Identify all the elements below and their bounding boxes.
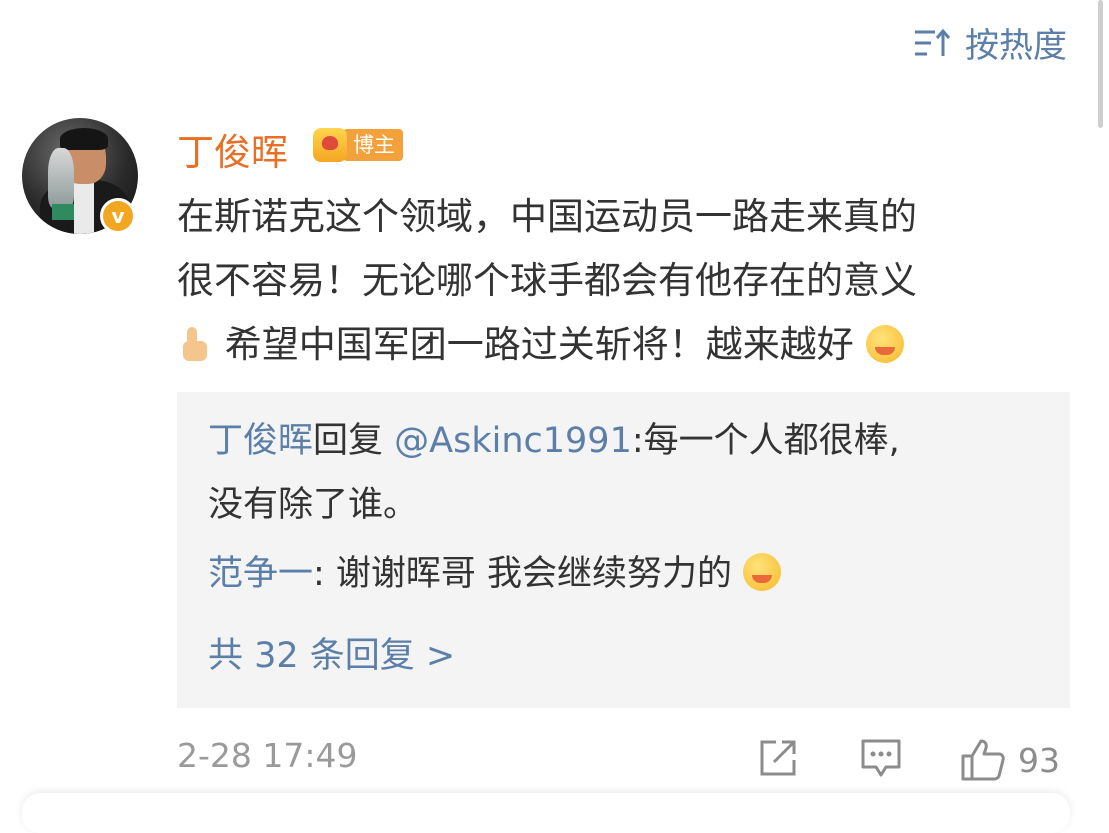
comment-text: 在斯诺克这个领域，中国运动员一路走来真的 很不容易！无论哪个球手都会有他存在的意…	[177, 185, 1057, 377]
reply-mention[interactable]: @Askinc1991	[394, 421, 632, 461]
sort-icon	[915, 28, 951, 56]
share-icon	[760, 740, 796, 776]
blogger-badge-label: 博主	[343, 129, 403, 161]
reply-author[interactable]: 范争一	[208, 554, 313, 594]
like-button[interactable]: 93	[960, 738, 1060, 782]
reply-text: : 谢谢晖哥 我会继续努力的	[313, 554, 733, 594]
blogger-badge: 博主	[313, 126, 403, 164]
reply-text-line1: :每一个人都很棒,	[631, 421, 900, 461]
verified-icon: v	[100, 198, 136, 234]
sort-label: 按热度	[965, 26, 1067, 66]
comment-line-2: 很不容易！无论哪个球手都会有他存在的意义	[177, 259, 917, 302]
share-button[interactable]	[758, 738, 800, 778]
reply-text-line2: 没有除了谁。	[208, 485, 419, 525]
reply-author[interactable]: 丁俊晖	[208, 421, 313, 461]
comment-author[interactable]: 丁俊晖	[177, 122, 288, 176]
like-count: 93	[1018, 740, 1060, 780]
thumbs-up-icon	[961, 739, 1005, 781]
happy-face-emoji-icon	[743, 553, 782, 591]
shy-face-emoji-icon	[865, 325, 904, 363]
reply-button[interactable]	[860, 738, 902, 778]
reply-item[interactable]: 范争一: 谢谢晖哥 我会继续努力的	[208, 542, 1028, 606]
crown-icon	[313, 128, 347, 162]
next-comment-card	[22, 793, 1070, 833]
sort-by-hot-button[interactable]: 按热度	[913, 18, 1067, 67]
trophy-image	[48, 148, 74, 208]
comment-icon	[861, 739, 901, 777]
comment-line-3: 希望中国军团一路过关斩将！越来越好	[224, 323, 854, 366]
comment-line-1: 在斯诺克这个领域，中国运动员一路走来真的	[177, 195, 917, 238]
reply-box[interactable]: 丁俊晖回复 @Askinc1991:每一个人都很棒, 没有除了谁。 范争一: 谢…	[177, 392, 1070, 708]
scrollbar[interactable]	[1098, 0, 1103, 128]
comment-timestamp: 2-28 17:49	[177, 736, 358, 775]
reply-verb: 回复	[313, 421, 384, 461]
thumbs-up-emoji-icon	[177, 327, 213, 363]
view-all-replies-link[interactable]: 共 32 条回复 >	[208, 624, 1028, 688]
reply-item[interactable]: 丁俊晖回复 @Askinc1991:每一个人都很棒, 没有除了谁。	[208, 409, 1028, 537]
